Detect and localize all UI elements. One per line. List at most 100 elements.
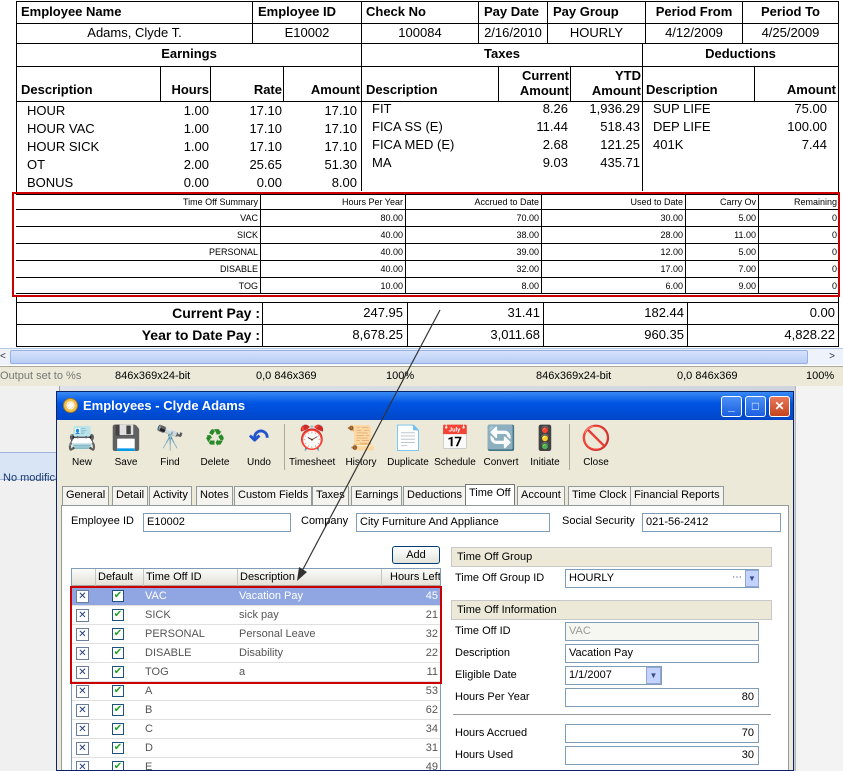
company-field[interactable]: City Furniture And Appliance [356, 513, 550, 532]
toolbar-separator [284, 424, 285, 470]
toolbar-history-button[interactable]: 📜 History [338, 422, 384, 474]
default-checkbox[interactable]: ✔ [112, 723, 124, 735]
grid-col-description[interactable]: Description [237, 569, 381, 586]
default-checkbox[interactable]: ✔ [112, 742, 124, 754]
minimize-button[interactable]: _ [721, 396, 742, 417]
tax-col-desc: Description [366, 82, 438, 97]
deductions-title: Deductions [705, 46, 776, 61]
grid-col-default[interactable]: Default [95, 569, 143, 586]
ded-col-amount: Amount [786, 82, 836, 97]
tab-deductions[interactable]: Deductions [403, 486, 467, 505]
toolbar-save-button[interactable]: 💾 Save [103, 422, 149, 474]
toolbar-convert-button[interactable]: 🔄 Convert [478, 422, 524, 474]
tab-time-clock[interactable]: Time Clock [568, 486, 631, 505]
hours-used-field[interactable]: 30 [565, 746, 759, 765]
window-titlebar[interactable]: ◉ Employees - Clyde Adams _ □ ✕ [57, 392, 793, 420]
earn-col-amount: Amount [310, 82, 360, 97]
chevron-down-icon[interactable]: ▼ [745, 570, 759, 587]
status-zoom-1: 100% [386, 370, 415, 382]
grid-row-a[interactable]: ✕ ✔ A 53 [72, 682, 440, 701]
tab-notes[interactable]: Notes [196, 486, 233, 505]
status-bar: Output set to %s 846x369x24-bit 0,0 846x… [0, 366, 843, 386]
scroll-left-arrow-icon[interactable]: < [0, 349, 10, 365]
close-window-button[interactable]: ✕ [769, 396, 790, 417]
earn-amount-1: 17.10 [324, 121, 357, 136]
current-pay-label: Current Pay : [172, 305, 260, 321]
hours-per-year-field[interactable]: 80 [565, 688, 759, 707]
tax-desc-1: FICA SS (E) [372, 119, 443, 134]
tab-activity[interactable]: Activity [149, 486, 192, 505]
tab-earnings[interactable]: Earnings [351, 486, 403, 505]
default-checkbox[interactable]: ✔ [112, 704, 124, 716]
grid-col-hours-left[interactable]: Hours Left [381, 569, 440, 586]
ssn-field[interactable]: 021-56-2412 [642, 513, 781, 532]
tab-custom-fields[interactable]: Custom Fields [234, 486, 313, 505]
ded-desc-1: DEP LIFE [653, 119, 711, 134]
toolbar-close-button[interactable]: 🚫 Close [573, 422, 619, 474]
toolbar-find-button[interactable]: 🔭 Find [147, 422, 193, 474]
employees-window: ◉ Employees - Clyde Adams _ □ ✕ 📇 New 💾 Sa… [56, 391, 794, 771]
earn-desc-0: HOUR [27, 103, 66, 118]
grid-row-b[interactable]: ✕ ✔ B 62 [72, 701, 440, 720]
horizontal-scrollbar[interactable]: < > [0, 348, 843, 365]
grid-row-c[interactable]: ✕ ✔ C 34 [72, 720, 440, 739]
remove-row-icon[interactable]: ✕ [76, 704, 89, 717]
toolbar-delete-button[interactable]: ♻ Delete [192, 422, 238, 474]
earn-hours-2: 1.00 [183, 139, 209, 154]
ded-desc-0: SUP LIFE [653, 101, 711, 116]
tab-general[interactable]: General [62, 486, 110, 505]
undo-arrow-icon: ↶ [248, 425, 270, 452]
earn-col-rate: Rate [253, 82, 282, 97]
status-size-2: 846x369x24-bit [536, 370, 612, 382]
date-picker-chevron-icon[interactable]: ▼ [646, 667, 661, 684]
remove-row-icon[interactable]: ✕ [76, 723, 89, 736]
hours-accrued-field[interactable]: 70 [565, 724, 759, 743]
default-checkbox[interactable]: ✔ [112, 685, 124, 697]
time-off-id-field[interactable]: VAC [565, 622, 759, 641]
toolbar-duplicate-button[interactable]: 📄 Duplicate [385, 422, 431, 474]
ded-desc-2: 401K [653, 137, 684, 152]
maximize-button[interactable]: □ [745, 396, 766, 417]
tax-ytd-2: 121.25 [600, 137, 640, 152]
remove-row-icon[interactable]: ✕ [76, 742, 89, 755]
tab-detail[interactable]: Detail [112, 486, 149, 505]
row-description [239, 739, 379, 758]
remove-row-icon[interactable]: ✕ [76, 685, 89, 698]
default-checkbox[interactable]: ✔ [112, 761, 124, 770]
tab-taxes[interactable]: Taxes [312, 486, 349, 505]
ded-amount-0: 75.00 [794, 101, 827, 116]
employee-id-field[interactable]: E10002 [143, 513, 291, 532]
grid-row-e[interactable]: ✕ ✔ E 49 [72, 758, 440, 770]
recycle-bin-icon: ♻ [204, 425, 226, 452]
scroll-right-arrow-icon[interactable]: > [822, 349, 842, 365]
earn-amount-3: 51.30 [324, 157, 357, 172]
row-description [239, 720, 379, 739]
row-description [239, 682, 379, 701]
history-scroll-icon: 📜 [346, 425, 376, 452]
row-hours: 34 [425, 723, 438, 735]
new-card-icon: 📇 [67, 425, 97, 452]
lookup-ellipsis-icon[interactable]: ⋯ [730, 571, 744, 586]
earn-rate-0: 17.10 [249, 103, 282, 118]
toolbar-initiate-button[interactable]: 🚦 Initiate [522, 422, 568, 474]
grid-row-d[interactable]: ✕ ✔ D 31 [72, 739, 440, 758]
tab-time-off[interactable]: Time Off [465, 484, 515, 505]
toolbar-new-button[interactable]: 📇 New [59, 422, 105, 474]
earn-desc-2: HOUR SICK [27, 139, 100, 154]
current-pay-earnings: 247.95 [363, 305, 403, 320]
earn-rate-3: 25.65 [249, 157, 282, 172]
description-field[interactable]: Vacation Pay [565, 644, 759, 663]
hours-per-year-label: Hours Per Year [455, 691, 530, 703]
tax-desc-0: FIT [372, 101, 392, 116]
tab-financial-reports[interactable]: Financial Reports [630, 486, 724, 505]
status-output: Output set to %s [0, 370, 82, 382]
toolbar-undo-button[interactable]: ↶ Undo [236, 422, 282, 474]
toolbar-schedule-button[interactable]: 📅 Schedule [432, 422, 478, 474]
add-button[interactable]: Add [392, 546, 440, 564]
grid-col-id[interactable]: Time Off ID [143, 569, 237, 586]
scroll-thumb[interactable] [10, 350, 808, 364]
tax-ytd-0: 1,936.29 [589, 101, 640, 116]
toolbar-timesheet-button[interactable]: ⏰ Timesheet [289, 422, 335, 474]
tab-account[interactable]: Account [517, 486, 565, 505]
remove-row-icon[interactable]: ✕ [76, 761, 89, 770]
